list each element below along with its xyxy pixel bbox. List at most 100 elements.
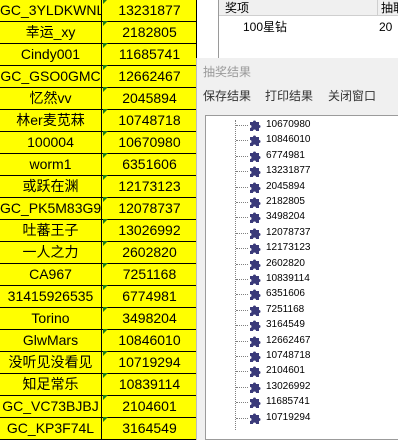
- name-cell[interactable]: 100004: [0, 131, 102, 154]
- name-cell[interactable]: GlwMars: [0, 329, 102, 352]
- name-cell[interactable]: GC_PK5M83G9: [0, 197, 102, 220]
- number-cell[interactable]: 7251168: [102, 263, 197, 286]
- name-cell[interactable]: 31415926535: [0, 285, 102, 308]
- prize-row-name[interactable]: 100星钻: [243, 20, 287, 34]
- name-cell[interactable]: 或跃在渊: [0, 175, 102, 198]
- number-cell[interactable]: 2182805: [102, 21, 197, 44]
- tree-node-label: 2602820: [266, 257, 305, 269]
- tree-node[interactable]: 10670980: [206, 117, 396, 133]
- number-cell[interactable]: 10839114: [102, 373, 197, 396]
- name-cell[interactable]: 忆然vv: [0, 87, 102, 110]
- puzzle-piece-icon: [248, 242, 262, 255]
- tree-node[interactable]: 10846010: [206, 132, 396, 148]
- tree-node[interactable]: 10719294: [206, 410, 396, 426]
- name-cell[interactable]: 幸运_xy: [0, 21, 102, 44]
- tree-node[interactable]: 6351606: [206, 286, 396, 302]
- number-cell[interactable]: 3498204: [102, 307, 197, 330]
- tree-node[interactable]: 3498204: [206, 209, 396, 225]
- number-cell[interactable]: 6351606: [102, 153, 197, 176]
- puzzle-piece-icon: [248, 365, 262, 378]
- name-cell[interactable]: 没听见没看见: [0, 351, 102, 374]
- tree-node[interactable]: 2104601: [206, 363, 396, 379]
- number-cell[interactable]: 2104601: [102, 395, 197, 418]
- tree-node-label: 7251168: [266, 303, 305, 315]
- close-window-menu[interactable]: 关闭窗口: [328, 88, 376, 104]
- puzzle-piece-icon: [248, 134, 262, 147]
- tree-branch-line: [236, 202, 248, 203]
- name-cell[interactable]: worm1: [0, 153, 102, 176]
- sheet-row: 或跃在渊 12173123: [0, 175, 197, 198]
- sheet-row: GC_KP3F74L 3164549: [0, 417, 197, 440]
- name-cell[interactable]: 林er麦苋菻: [0, 109, 102, 132]
- tree-node[interactable]: 2182805: [206, 194, 396, 210]
- save-result-menu[interactable]: 保存结果: [203, 88, 251, 104]
- tree-node[interactable]: 3164549: [206, 317, 396, 333]
- tree-branch-line: [236, 340, 248, 342]
- sheet-row: Torino 3498204: [0, 307, 197, 330]
- tree-node[interactable]: 2602820: [206, 256, 396, 272]
- tree-node[interactable]: 13026992: [206, 379, 396, 395]
- name-cell[interactable]: 吐蕃王子: [0, 219, 102, 242]
- tree-node-label: 3498204: [266, 211, 305, 223]
- spreadsheet: GC_3YLDKWNL 13231877 幸运_xy 2182805 Cindy001 1…: [0, 0, 197, 440]
- tree-node[interactable]: 12173123: [206, 240, 396, 256]
- number-cell[interactable]: 10670980: [102, 131, 197, 154]
- tree-branch-line: [236, 402, 248, 404]
- tree-node[interactable]: 13231877: [206, 163, 396, 179]
- tree-node[interactable]: 6774981: [206, 148, 396, 164]
- sheet-row: 知足常乐 10839114: [0, 373, 197, 396]
- tree-node-label: 12662467: [266, 334, 311, 346]
- name-cell[interactable]: 知足常乐: [0, 373, 102, 396]
- tree-node-label: 11685741: [266, 396, 310, 408]
- number-cell[interactable]: 6774981: [102, 285, 197, 308]
- tree-node[interactable]: 12078737: [206, 225, 396, 241]
- name-cell[interactable]: CA967: [0, 263, 102, 286]
- number-cell[interactable]: 13026992: [102, 219, 197, 242]
- name-cell[interactable]: GC_KP3F74L: [0, 417, 102, 440]
- tree-node[interactable]: 10748718: [206, 348, 396, 364]
- number-cell[interactable]: 10846010: [102, 329, 197, 352]
- menu-bar: 保存结果 打印结果 关闭窗口: [197, 86, 398, 106]
- prize-row-count[interactable]: 20: [379, 20, 392, 34]
- tree-node[interactable]: 2045894: [206, 179, 396, 195]
- name-cell[interactable]: Cindy001: [0, 43, 102, 66]
- puzzle-piece-icon: [248, 181, 262, 194]
- number-cell[interactable]: 13231877: [102, 0, 197, 22]
- puzzle-piece-icon: [248, 335, 262, 348]
- number-cell[interactable]: 2045894: [102, 87, 197, 110]
- sheet-row: 忆然vv 2045894: [0, 87, 197, 110]
- tree-node[interactable]: 11685741: [206, 394, 396, 410]
- print-result-menu[interactable]: 打印结果: [265, 88, 313, 104]
- name-cell[interactable]: 一人之力: [0, 241, 102, 264]
- header-draw-count[interactable]: 抽取: [377, 0, 398, 16]
- tree-branch-line: [236, 325, 248, 327]
- sheet-row: 100004 10670980: [0, 131, 197, 154]
- number-cell[interactable]: 3164549: [102, 417, 197, 440]
- number-cell[interactable]: 10719294: [102, 351, 197, 374]
- tree-node-label: 13026992: [266, 380, 311, 392]
- number-cell[interactable]: 10748718: [102, 109, 197, 132]
- puzzle-piece-icon: [248, 381, 262, 394]
- puzzle-piece-icon: [248, 196, 262, 209]
- number-cell[interactable]: 12662467: [102, 65, 197, 88]
- number-cell[interactable]: 12173123: [102, 175, 197, 198]
- name-cell[interactable]: GC_GSO0GMC: [0, 65, 102, 88]
- header-prize-item[interactable]: 奖项: [225, 0, 249, 16]
- number-cell[interactable]: 11685741: [102, 43, 197, 66]
- name-cell[interactable]: GC_3YLDKWNL: [0, 0, 102, 22]
- result-tree[interactable]: 10670980 10846010 6774981 13231877 2045894 21…: [205, 115, 398, 440]
- number-cell[interactable]: 12078737: [102, 197, 197, 220]
- number-cell[interactable]: 2602820: [102, 241, 197, 264]
- name-cell[interactable]: GC_VC73BJBJ: [0, 395, 102, 418]
- tree-node-label: 10719294: [266, 411, 311, 423]
- name-cell[interactable]: Torino: [0, 307, 102, 330]
- tree-node-label: 10670980: [266, 119, 311, 130]
- tree-node[interactable]: 7251168: [206, 302, 396, 318]
- tree-node[interactable]: 12662467: [206, 333, 396, 349]
- puzzle-piece-icon: [248, 412, 262, 425]
- sheet-row: GC_GSO0GMC 12662467: [0, 65, 197, 88]
- tree-branch-line: [236, 155, 248, 157]
- tree-node[interactable]: 10839114: [206, 271, 396, 287]
- tree-branch-line: [236, 140, 248, 142]
- sheet-row: CA967 7251168: [0, 263, 197, 286]
